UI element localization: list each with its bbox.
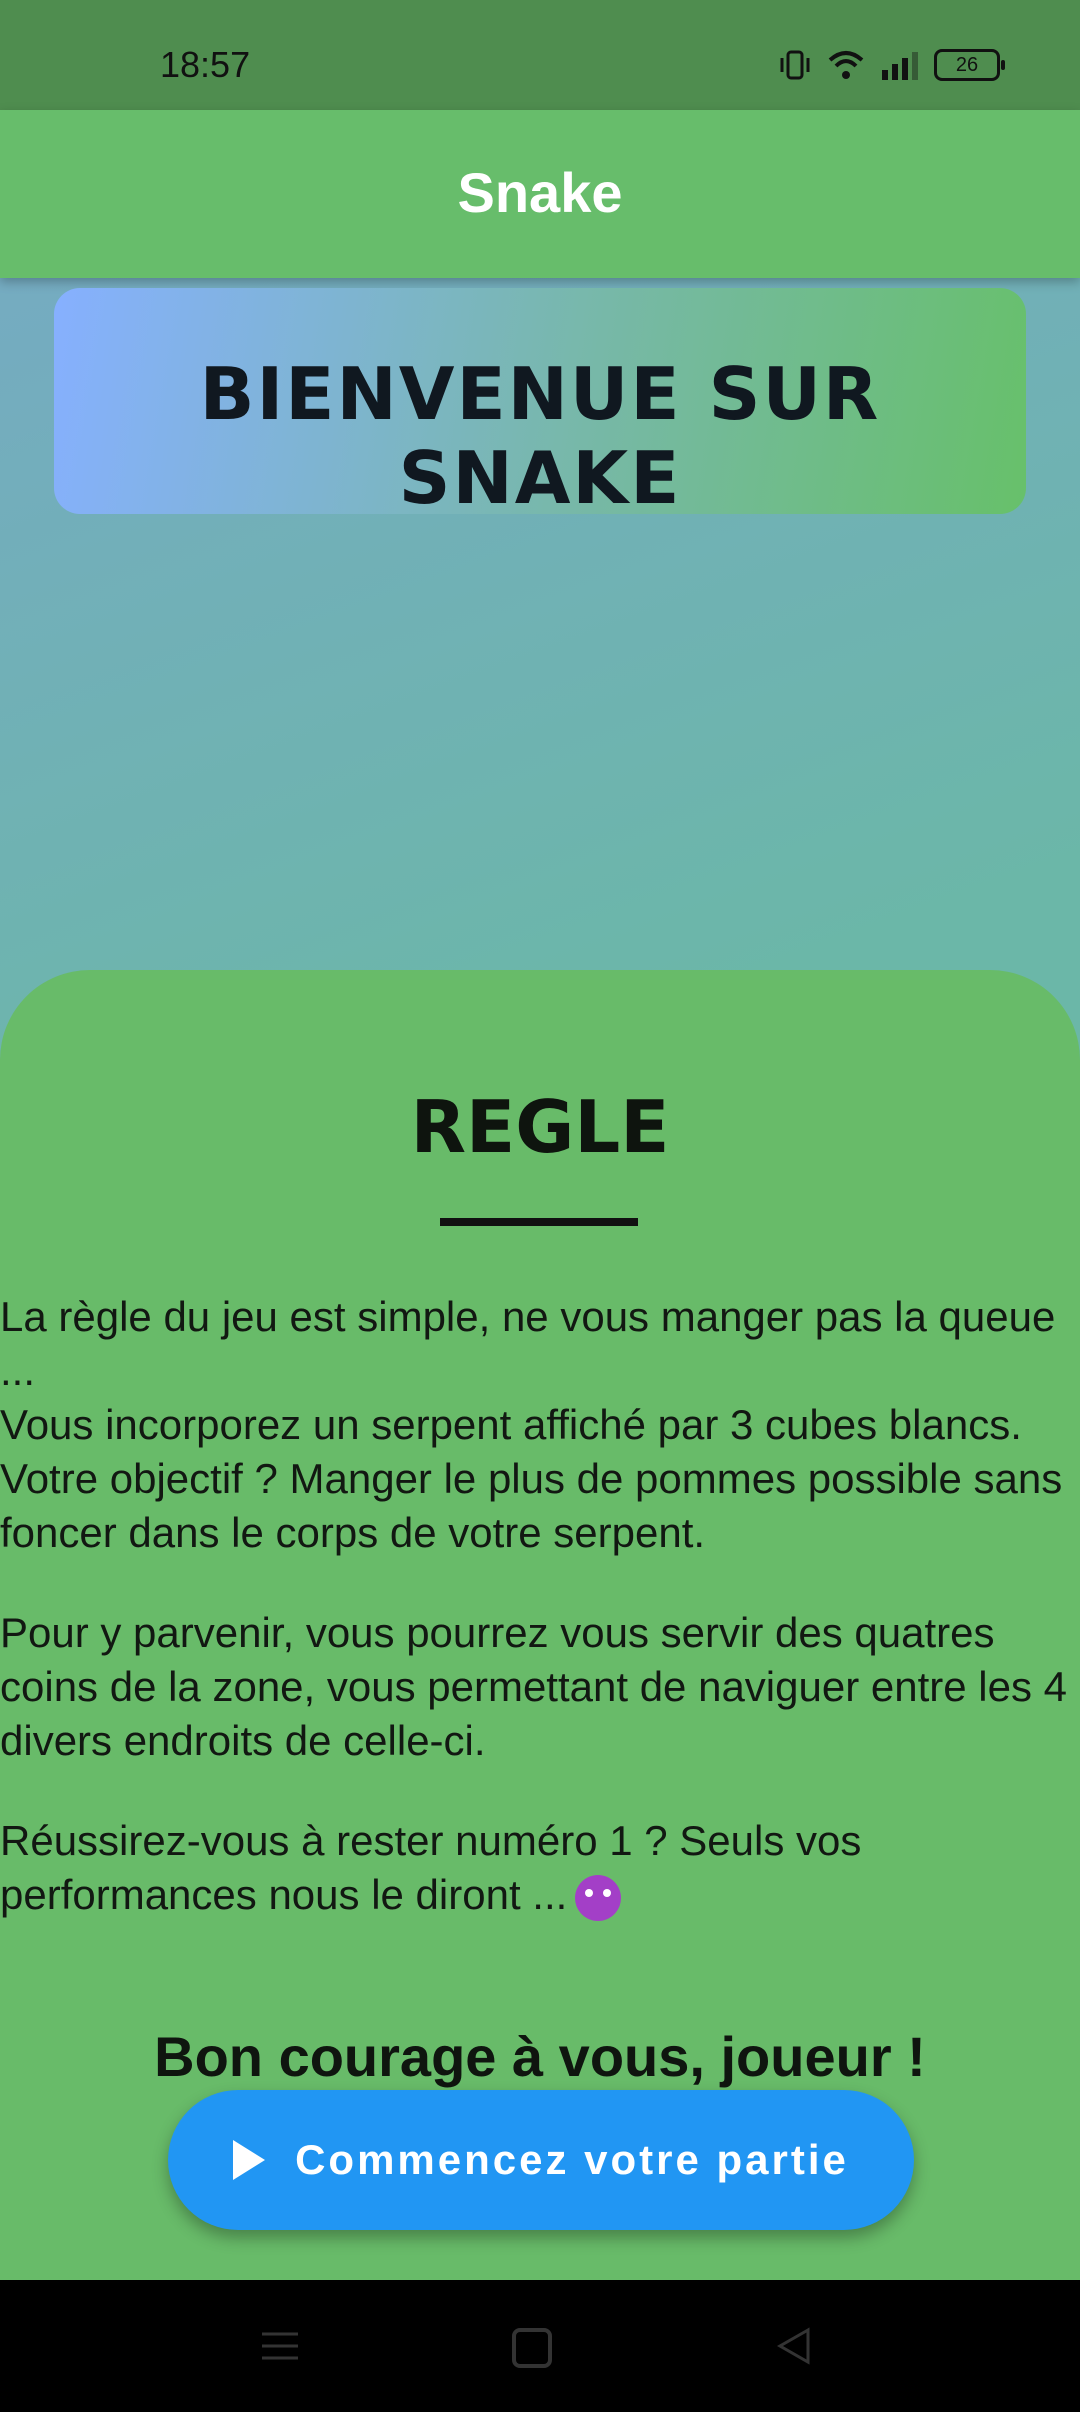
menu-icon[interactable] <box>258 2324 302 2368</box>
start-game-label: Commencez votre partie <box>295 2136 849 2183</box>
good-luck-text: Bon courage à vous, joueur ! <box>154 2025 926 2088</box>
battery-level: 26 <box>955 54 979 76</box>
rules-title: REGLE <box>410 1085 670 1169</box>
welcome-banner: BIENVENUE SUR SNAKE <box>54 288 1026 520</box>
status-time: 18:57 <box>160 44 251 85</box>
system-nav-bar <box>0 2280 1080 2412</box>
wifi-icon <box>828 51 864 79</box>
battery-icon: 26 <box>934 49 1005 81</box>
app-title: Snake <box>457 161 623 224</box>
devil-emoji-icon <box>575 1874 622 1921</box>
signal-icon <box>882 52 918 80</box>
play-icon <box>233 2140 266 2180</box>
app-bar: Snake <box>0 110 1080 278</box>
rules-paragraph-3: Réussirez-vous à rester numéro 1 ? Seuls… <box>0 1814 1070 1922</box>
rules-body: La règle du jeu est simple, ne vous mang… <box>0 1290 1070 1968</box>
status-bar: 18:57 26 <box>0 0 1080 110</box>
start-game-button[interactable]: Commencez votre partie <box>168 2090 914 2230</box>
vibrate-icon <box>780 50 810 80</box>
rules-paragraph-1: La règle du jeu est simple, ne vous mang… <box>0 1293 1063 1556</box>
back-icon[interactable] <box>772 2324 816 2368</box>
welcome-text: BIENVENUE SUR SNAKE <box>199 352 881 520</box>
rules-paragraph-2: Pour y parvenir, vous pourrez vous servi… <box>0 1609 1067 1764</box>
home-icon[interactable] <box>512 2328 552 2368</box>
status-icons: 26 <box>778 48 1005 82</box>
rules-paragraph-3-text: Réussirez-vous à rester numéro 1 ? Seuls… <box>0 1817 862 1918</box>
rules-title-underline <box>440 1218 638 1226</box>
